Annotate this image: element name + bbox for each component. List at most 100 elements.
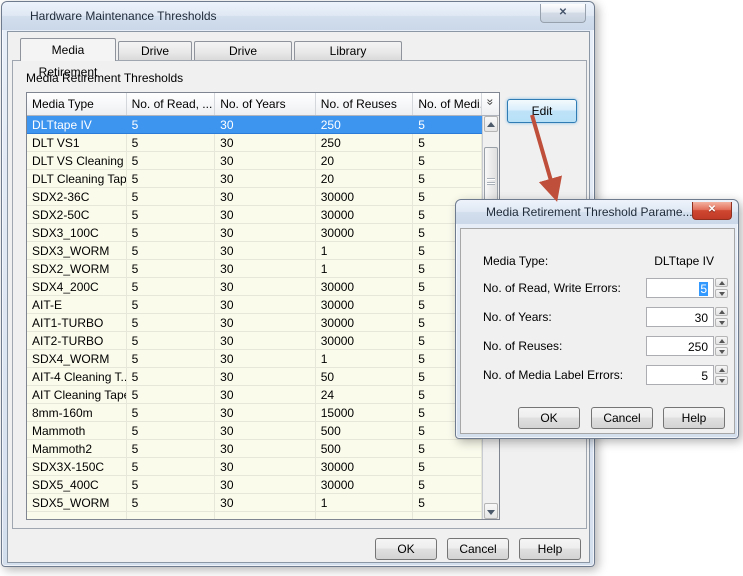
table-cell: 30 xyxy=(215,440,316,457)
table-cell: Mammoth xyxy=(27,422,127,439)
table-cell: SDX4_WORM xyxy=(27,350,127,367)
spin-up-button[interactable] xyxy=(715,365,728,374)
table-row[interactable]: SDX5_WORM53015 xyxy=(27,494,482,512)
main-titlebar[interactable]: Hardware Maintenance Thresholds ✕ xyxy=(2,2,594,30)
table-cell: 5 xyxy=(127,296,216,313)
table-cell: 5 xyxy=(127,134,216,151)
table-cell: 500 xyxy=(316,422,414,439)
table-row[interactable]: AIT-4 Cleaning T...530505 xyxy=(27,368,482,386)
table-cell: SDX3X-150C xyxy=(27,458,127,475)
table-row[interactable]: SDX3_WORM53015 xyxy=(27,242,482,260)
table-cell: SDX2_WORM xyxy=(27,260,127,277)
tab-drive-maintenance[interactable]: Drive Maintenance xyxy=(194,41,292,61)
table-row[interactable]: SDX4_WORM53015 xyxy=(27,350,482,368)
table-cell: 5 xyxy=(127,278,216,295)
table-cell: 30 xyxy=(215,386,316,403)
table-cell: 30000 xyxy=(316,206,414,223)
table-cell: 5 xyxy=(413,152,482,169)
table-cell: 30 xyxy=(215,494,316,511)
table-row[interactable]: AIT Cleaning Tape530245 xyxy=(27,386,482,404)
table-cell: 30 xyxy=(215,296,316,313)
table-row[interactable]: DLTtape IV5302505 xyxy=(27,116,482,134)
column-header[interactable]: No. of Read, ... xyxy=(127,93,216,115)
table-cell: 5 xyxy=(413,116,482,133)
table-cell: 1 xyxy=(316,260,414,277)
table-cell xyxy=(316,512,414,519)
table-row[interactable]: SDX2-36C530300005 xyxy=(27,188,482,206)
main-close-button[interactable]: ✕ xyxy=(540,4,586,23)
tab-drive-cleaning[interactable]: Drive Cleaning xyxy=(118,41,192,61)
popup-ok-button[interactable]: OK xyxy=(518,407,580,429)
popup-close-button[interactable]: ✕ xyxy=(692,202,732,220)
spin-down-button[interactable] xyxy=(715,376,728,385)
table-cell: 30 xyxy=(215,314,316,331)
edit-button[interactable]: Edit xyxy=(507,99,577,123)
table-row[interactable]: SDX2-50C530300005 xyxy=(27,206,482,224)
table-cell: 5 xyxy=(413,476,482,493)
popup-help-button[interactable]: Help xyxy=(663,407,725,429)
spin-up-button[interactable] xyxy=(715,307,728,316)
ok-button[interactable]: OK xyxy=(375,538,437,560)
table-cell: 30 xyxy=(215,422,316,439)
table-rows: DLTtape IV5302505DLT VS15302505DLT VS Cl… xyxy=(27,116,482,519)
column-header[interactable]: No. of Years xyxy=(215,93,316,115)
table-row-partial[interactable] xyxy=(27,512,482,519)
table-row[interactable]: SDX3_100C530300005 xyxy=(27,224,482,242)
table-row[interactable]: DLT Cleaning Tape530205 xyxy=(27,170,482,188)
tab-library-maintenance[interactable]: Library Maintenance xyxy=(294,41,402,61)
table-row[interactable]: DLT VS15302505 xyxy=(27,134,482,152)
table-row[interactable]: SDX4_200C530300005 xyxy=(27,278,482,296)
popup-cancel-button[interactable]: Cancel xyxy=(591,407,653,429)
scroll-down-icon xyxy=(487,510,495,515)
table-row[interactable]: SDX3X-150C530300005 xyxy=(27,458,482,476)
table-cell: 5 xyxy=(127,188,216,205)
double-chevron-icon: » xyxy=(484,99,498,106)
table-row[interactable]: AIT-E530300005 xyxy=(27,296,482,314)
table-cell: 5 xyxy=(413,170,482,187)
scroll-down-button[interactable] xyxy=(484,503,498,519)
spin-up-button[interactable] xyxy=(715,278,728,287)
table-row[interactable]: 8mm-160m530150005 xyxy=(27,404,482,422)
tab-media-retirement[interactable]: Media Retirement xyxy=(20,38,116,61)
column-header[interactable]: Media Type xyxy=(27,93,127,115)
table-row[interactable]: SDX2_WORM53015 xyxy=(27,260,482,278)
table-row[interactable]: Mammoth5305005 xyxy=(27,422,482,440)
field-label: Media Type: xyxy=(483,254,548,268)
table-row[interactable]: DLT VS Cleaning ...530205 xyxy=(27,152,482,170)
table-cell: Mammoth2 xyxy=(27,440,127,457)
table-cell: 5 xyxy=(413,494,482,511)
cancel-button[interactable]: Cancel xyxy=(447,538,509,560)
spinner-input[interactable]: 250 xyxy=(646,336,714,356)
table-row[interactable]: SDX5_400C530300005 xyxy=(27,476,482,494)
table-cell: 5 xyxy=(127,404,216,421)
scroll-up-button[interactable] xyxy=(484,116,498,132)
table-cell: 5 xyxy=(127,224,216,241)
table-cell: 250 xyxy=(316,116,414,133)
spin-down-button[interactable] xyxy=(715,289,728,298)
popup-titlebar[interactable]: Media Retirement Threshold Parame... ✕ xyxy=(456,200,738,224)
spin-up-button[interactable] xyxy=(715,336,728,345)
spin-down-button[interactable] xyxy=(715,347,728,356)
table-cell: 250 xyxy=(316,134,414,151)
table-row[interactable]: Mammoth25305005 xyxy=(27,440,482,458)
table-cell: 30 xyxy=(215,404,316,421)
column-header[interactable]: No. of Reuses xyxy=(316,93,414,115)
column-options-button[interactable]: » xyxy=(482,93,499,115)
table-cell: SDX2-36C xyxy=(27,188,127,205)
table-row[interactable]: AIT1-TURBO530300005 xyxy=(27,314,482,332)
popup-dialog-body: Media Type:DLTtape IVNo. of Read, Write … xyxy=(460,228,735,434)
table-cell: SDX3_WORM xyxy=(27,242,127,259)
spin-down-button[interactable] xyxy=(715,318,728,327)
table-cell: 5 xyxy=(127,422,216,439)
column-header[interactable]: No. of Medi... xyxy=(413,93,482,115)
spinner-input[interactable]: 5 xyxy=(646,365,714,385)
table-row[interactable]: AIT2-TURBO530300005 xyxy=(27,332,482,350)
media-thresholds-table[interactable]: Media TypeNo. of Read, ...No. of YearsNo… xyxy=(26,92,500,520)
table-cell: AIT-E xyxy=(27,296,127,313)
spinner-input[interactable]: 30 xyxy=(646,307,714,327)
table-cell: SDX2-50C xyxy=(27,206,127,223)
scroll-up-icon xyxy=(487,122,495,127)
spin-up-icon xyxy=(719,281,725,285)
help-button[interactable]: Help xyxy=(519,538,581,560)
spinner-input[interactable]: 5 xyxy=(646,278,714,298)
